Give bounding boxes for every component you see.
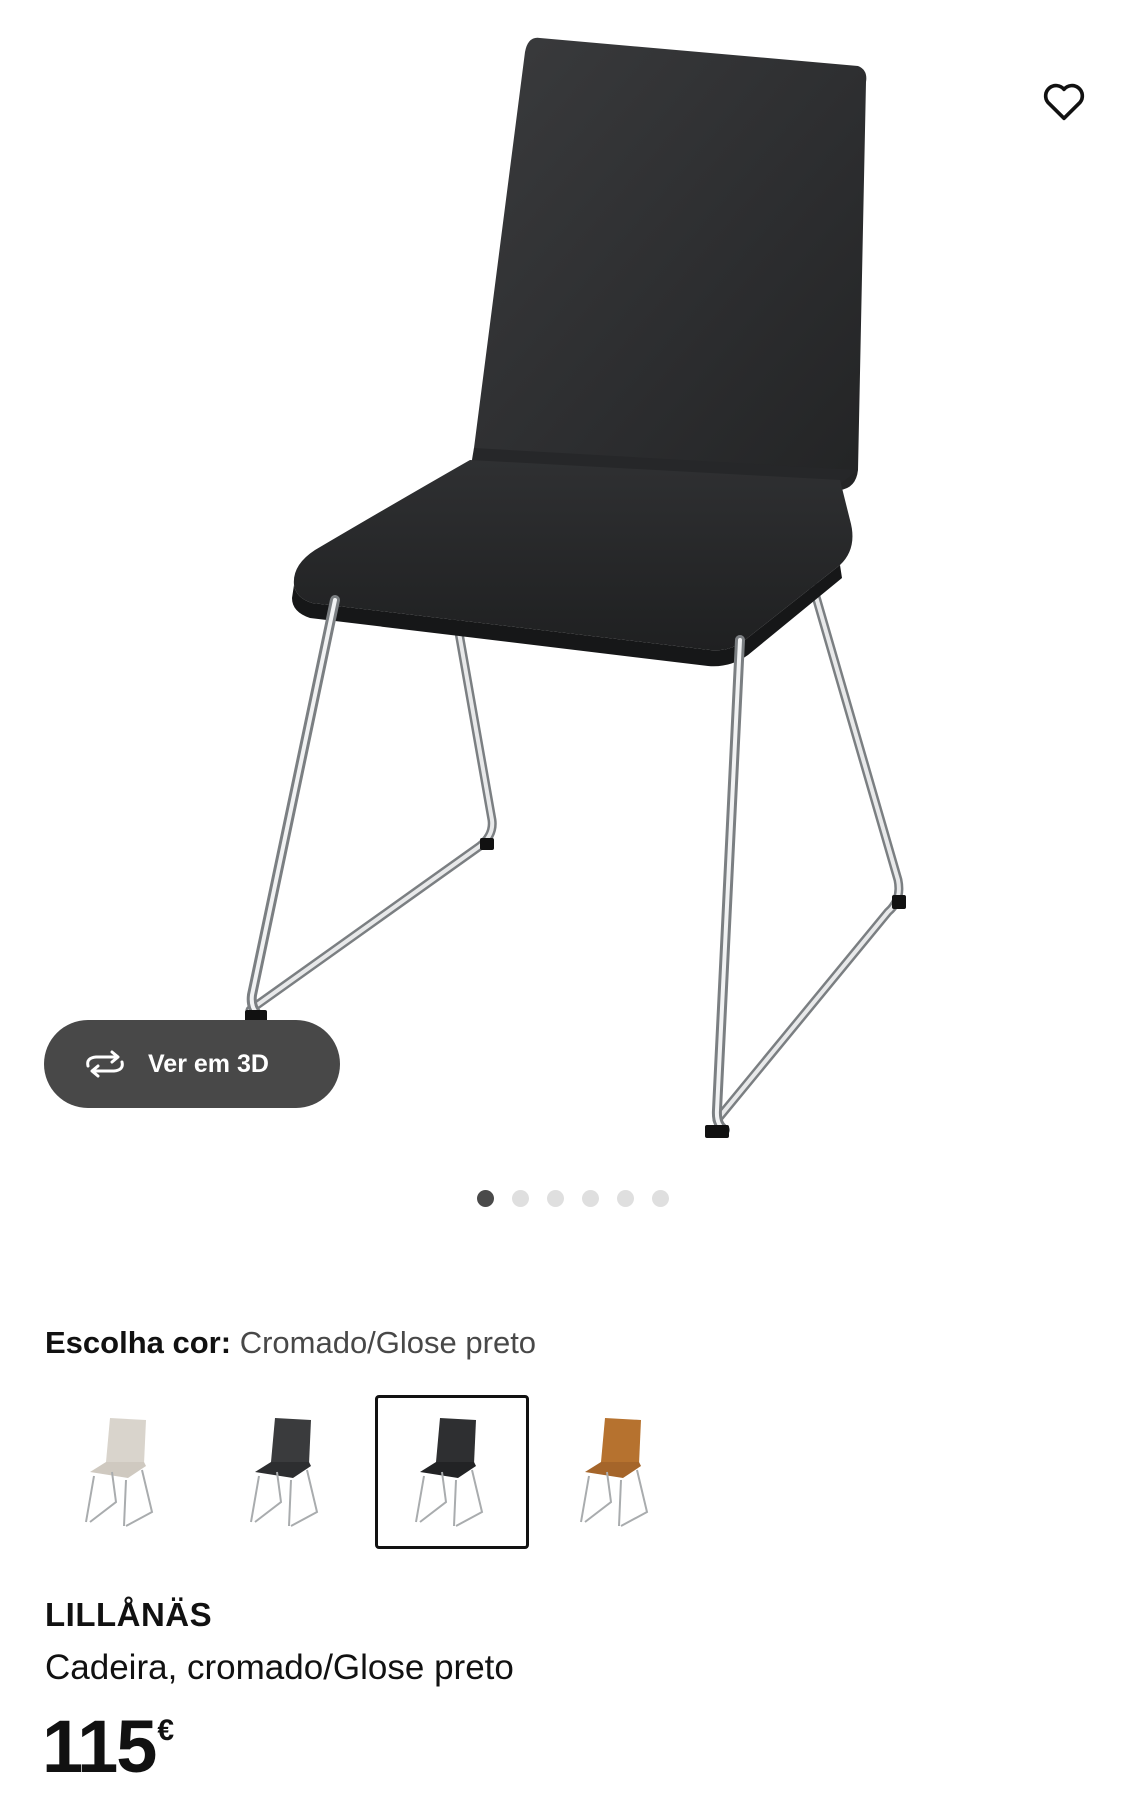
view-3d-label: Ver em 3D <box>148 1049 269 1078</box>
chair-thumbnail <box>85 1418 154 1527</box>
color-swatch-glose-black[interactable] <box>375 1395 529 1549</box>
color-swatches <box>45 1395 694 1549</box>
rotate-3d-icon <box>82 1048 130 1080</box>
color-label: Escolha cor: <box>45 1325 232 1360</box>
color-swatch-beige[interactable] <box>45 1395 199 1549</box>
carousel-dot[interactable] <box>511 1190 529 1207</box>
carousel-dot[interactable] <box>581 1190 599 1207</box>
carousel-dots <box>0 1190 1145 1207</box>
carousel-dot[interactable] <box>616 1190 634 1207</box>
product-price: 115 € <box>42 1710 174 1784</box>
heart-icon <box>1043 83 1085 121</box>
color-swatch-brown[interactable] <box>540 1395 694 1549</box>
price-currency: € <box>157 1714 175 1747</box>
product-gallery: Ver em 3D <box>0 0 1145 1250</box>
color-swatch-dark-grey[interactable] <box>210 1395 364 1549</box>
chair-thumbnail <box>415 1418 484 1527</box>
view-3d-button[interactable]: Ver em 3D <box>44 1020 340 1108</box>
carousel-dot[interactable] <box>546 1190 564 1207</box>
chair-thumbnail <box>250 1418 319 1527</box>
carousel-dot[interactable] <box>651 1190 669 1207</box>
carousel-dot[interactable] <box>476 1190 494 1207</box>
selected-color-value: Cromado/Glose preto <box>239 1325 537 1360</box>
product-name: LILLÅNÄS <box>45 1596 213 1633</box>
color-selector-label: Escolha cor: Cromado/Glose preto <box>45 1325 536 1361</box>
product-description: Cadeira, cromado/Glose preto <box>45 1648 514 1687</box>
price-amount: 115 <box>42 1705 157 1788</box>
product-image[interactable] <box>0 0 1145 1170</box>
chair-thumbnail <box>580 1418 649 1527</box>
favorite-button[interactable] <box>1038 75 1090 127</box>
